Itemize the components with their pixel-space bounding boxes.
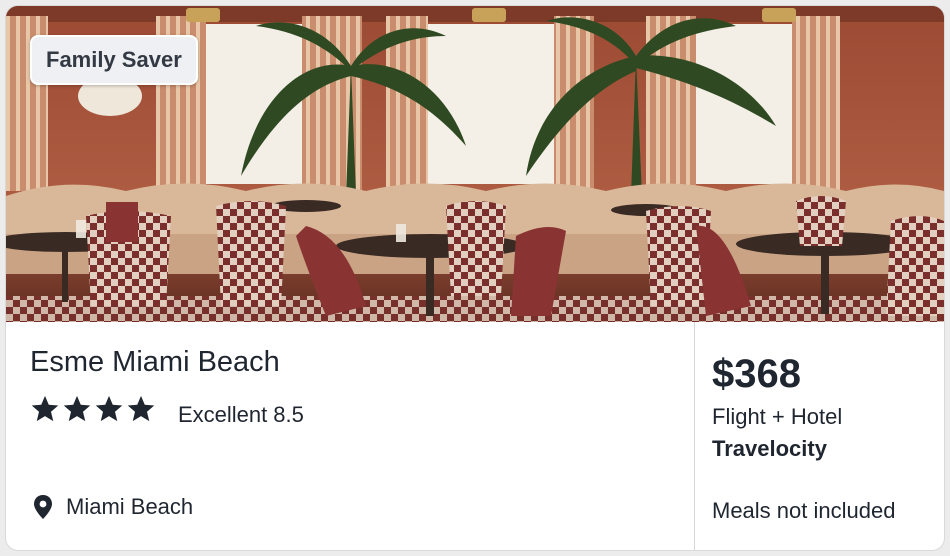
price: $368 [712,352,801,396]
star-rating [30,394,156,424]
hotel-name[interactable]: Esme Miami Beach [30,346,280,379]
star-icon [63,395,91,422]
family-saver-badge: Family Saver [30,35,198,85]
hotel-card[interactable]: Family Saver Esme Miami Beach Excellent 8… [6,6,944,550]
hotel-info: Esme Miami Beach Excellent 8.5 Miami Beac… [6,322,694,550]
package-type: Flight + Hotel [712,404,843,429]
guest-rating: Excellent 8.5 [178,402,304,428]
star-icon [31,395,59,422]
rating-score: 8.5 [273,402,304,427]
meals-info: Meals not included [712,498,896,523]
map-pin-icon [34,495,52,519]
price-panel: $368 Flight + Hotel Travelocity Meals no… [695,322,944,550]
star-icon [95,395,123,422]
star-icon [127,395,155,422]
hotel-photo[interactable]: Family Saver [6,6,944,322]
rating-label: Excellent [178,402,268,427]
location: Miami Beach [32,494,193,520]
provider-name: Travelocity [712,436,827,461]
location-text: Miami Beach [66,494,194,519]
